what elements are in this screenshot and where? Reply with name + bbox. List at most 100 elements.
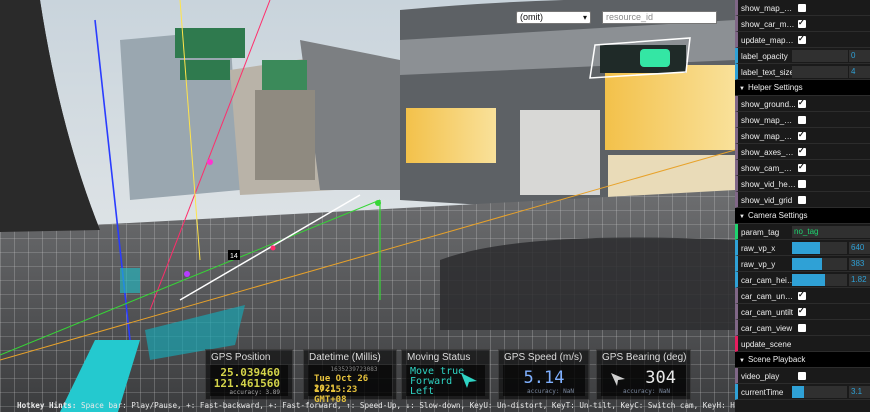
control-row-car-cam-height[interactable]: car_cam_height 1.82 xyxy=(735,272,870,288)
control-label: car_cam_untilt xyxy=(741,308,794,317)
control-row-update-scene[interactable]: update_scene xyxy=(735,336,870,352)
gps-bearing-panel: GPS Bearing (deg) 304 accuracy: NaN xyxy=(596,349,691,400)
control-row-show-ground[interactable]: show_ground... xyxy=(735,96,870,112)
control-row-show-map-m[interactable]: show_map_m... xyxy=(735,128,870,144)
gps-bearing-value: 304 xyxy=(645,368,676,388)
shop-window xyxy=(605,65,735,150)
checkbox[interactable] xyxy=(798,130,806,140)
gps-accuracy: accuracy: 3.89 xyxy=(229,389,280,396)
control-row-currenttime[interactable]: currentTime 3.1 xyxy=(735,384,870,400)
folder-scene-playback[interactable]: ▼ Scene Playback xyxy=(735,352,870,368)
number-input[interactable]: 4 xyxy=(849,66,870,78)
scene-viewport[interactable]: 14 (omit) ▾ resource_id GPS Position 25.… xyxy=(0,0,735,412)
slider[interactable] xyxy=(792,242,847,254)
folder-helper-settings[interactable]: ▼ Helper Settings xyxy=(735,80,870,96)
entity-select-value: (omit) xyxy=(520,12,543,22)
control-row-label-opacity[interactable]: label_opacity 0 xyxy=(735,48,870,64)
control-row-raw-vp-y[interactable]: raw_vp_y 383 xyxy=(735,256,870,272)
control-row-show-car-model[interactable]: show_car_model xyxy=(735,16,870,32)
control-row-show-map-ax[interactable]: show_map_ax... xyxy=(735,112,870,128)
control-row-show-vid-grid[interactable]: show_vid_grid xyxy=(735,192,870,208)
hotkey-hints: Hotkey Hints: Space bar: Play/Pause, +: … xyxy=(17,401,735,410)
number-input[interactable]: 383 xyxy=(849,258,870,270)
control-label: label_opacity xyxy=(741,52,788,61)
folder-title: Scene Playback xyxy=(747,355,806,364)
number-track[interactable] xyxy=(792,66,848,78)
checkbox[interactable] xyxy=(798,306,806,316)
marker-point xyxy=(270,245,276,251)
control-label: show_vid_hel... xyxy=(741,180,796,189)
moving-status-title: Moving Status xyxy=(407,352,471,363)
folder-title: Helper Settings xyxy=(747,83,803,92)
control-row-car-cam-untilt[interactable]: car_cam_untilt xyxy=(735,304,870,320)
triangle-down-icon: ▼ xyxy=(739,86,745,92)
gps-speed-title: GPS Speed (m/s) xyxy=(504,352,583,363)
control-row-update-mapbox[interactable]: update_mapbox xyxy=(735,32,870,48)
control-label: update_scene xyxy=(741,340,792,349)
control-label: show_cam_he... xyxy=(741,164,796,173)
control-row-show-vid-hel[interactable]: show_vid_hel... xyxy=(735,176,870,192)
control-row-car-cam-view[interactable]: car_cam_view xyxy=(735,320,870,336)
datetime-panel: Datetime (Millis) 1635239723083 Tue Oct … xyxy=(303,349,397,405)
text-input[interactable]: no_tag xyxy=(792,226,870,238)
control-label: car_cam_undist xyxy=(741,292,796,301)
datetime-title: Datetime (Millis) xyxy=(309,352,381,363)
bearing-arrow-icon xyxy=(611,373,625,386)
hotkey-hints-label: Hotkey Hints: xyxy=(17,401,77,410)
slider-fill xyxy=(792,242,820,254)
street-sign xyxy=(175,28,245,58)
checkbox[interactable] xyxy=(798,146,806,156)
control-label: currentTime xyxy=(741,388,784,397)
checkbox[interactable] xyxy=(798,98,806,108)
checkbox[interactable] xyxy=(798,162,806,172)
control-label: show_car_model xyxy=(741,20,796,29)
control-row-car-cam-undist[interactable]: car_cam_undist xyxy=(735,288,870,304)
control-label: video_play xyxy=(741,372,780,381)
checkbox[interactable] xyxy=(798,4,806,12)
control-label: show_map_ax... xyxy=(741,116,796,125)
traffic-light xyxy=(640,49,670,67)
checkbox[interactable] xyxy=(798,324,806,332)
number-input[interactable]: 640 xyxy=(849,242,870,254)
datetime-millis: 1635239723083 xyxy=(330,366,378,373)
checkbox[interactable] xyxy=(798,196,806,204)
marker-point xyxy=(375,200,381,206)
control-label: raw_vp_x xyxy=(741,244,776,253)
number-input[interactable]: 3.1 xyxy=(849,386,870,398)
control-label: raw_vp_y xyxy=(741,260,776,269)
control-label: show_map_m... xyxy=(741,132,796,141)
slider[interactable] xyxy=(792,274,847,286)
number-input[interactable]: 0 xyxy=(849,50,870,62)
control-label: car_cam_view xyxy=(741,324,793,333)
control-row-raw-vp-x[interactable]: raw_vp_x 640 xyxy=(735,240,870,256)
settings-panel: show_map_pl... show_car_model update_mapbo… xyxy=(735,0,870,412)
gps-position-panel: GPS Position 25.039460 121.461560 accura… xyxy=(205,349,293,400)
control-row-param-tag[interactable]: param_tag no_tag xyxy=(735,224,870,240)
checkbox[interactable] xyxy=(798,18,806,28)
checkbox[interactable] xyxy=(798,180,806,188)
entity-select[interactable]: (omit) ▾ xyxy=(516,11,591,24)
control-label: show_ground... xyxy=(741,100,796,109)
number-track[interactable] xyxy=(792,50,848,62)
slider[interactable] xyxy=(792,386,847,398)
number-input[interactable]: 1.82 xyxy=(849,274,870,286)
triangle-down-icon: ▼ xyxy=(739,214,745,220)
resource-id-input[interactable]: resource_id xyxy=(602,11,717,24)
checkbox[interactable] xyxy=(798,34,806,44)
control-label: show_axes_h... xyxy=(741,148,796,157)
control-row-show-map-pl[interactable]: show_map_pl... xyxy=(735,0,870,16)
control-row-show-cam-he[interactable]: show_cam_he... xyxy=(735,160,870,176)
checkbox[interactable] xyxy=(798,372,806,380)
control-row-show-axes-h[interactable]: show_axes_h... xyxy=(735,144,870,160)
control-row-video-play[interactable]: video_play xyxy=(735,368,870,384)
checkbox[interactable] xyxy=(798,290,806,300)
control-label: show_vid_grid xyxy=(741,196,793,205)
street-sign xyxy=(180,60,230,80)
street-sign xyxy=(262,60,307,90)
shop-window xyxy=(406,108,496,163)
slider[interactable] xyxy=(792,258,847,270)
folder-camera-settings[interactable]: ▼ Camera Settings xyxy=(735,208,870,224)
checkbox[interactable] xyxy=(798,116,806,124)
gps-bearing-title: GPS Bearing (deg) xyxy=(602,352,687,363)
control-row-label-text-size[interactable]: label_text_size 4 xyxy=(735,64,870,80)
